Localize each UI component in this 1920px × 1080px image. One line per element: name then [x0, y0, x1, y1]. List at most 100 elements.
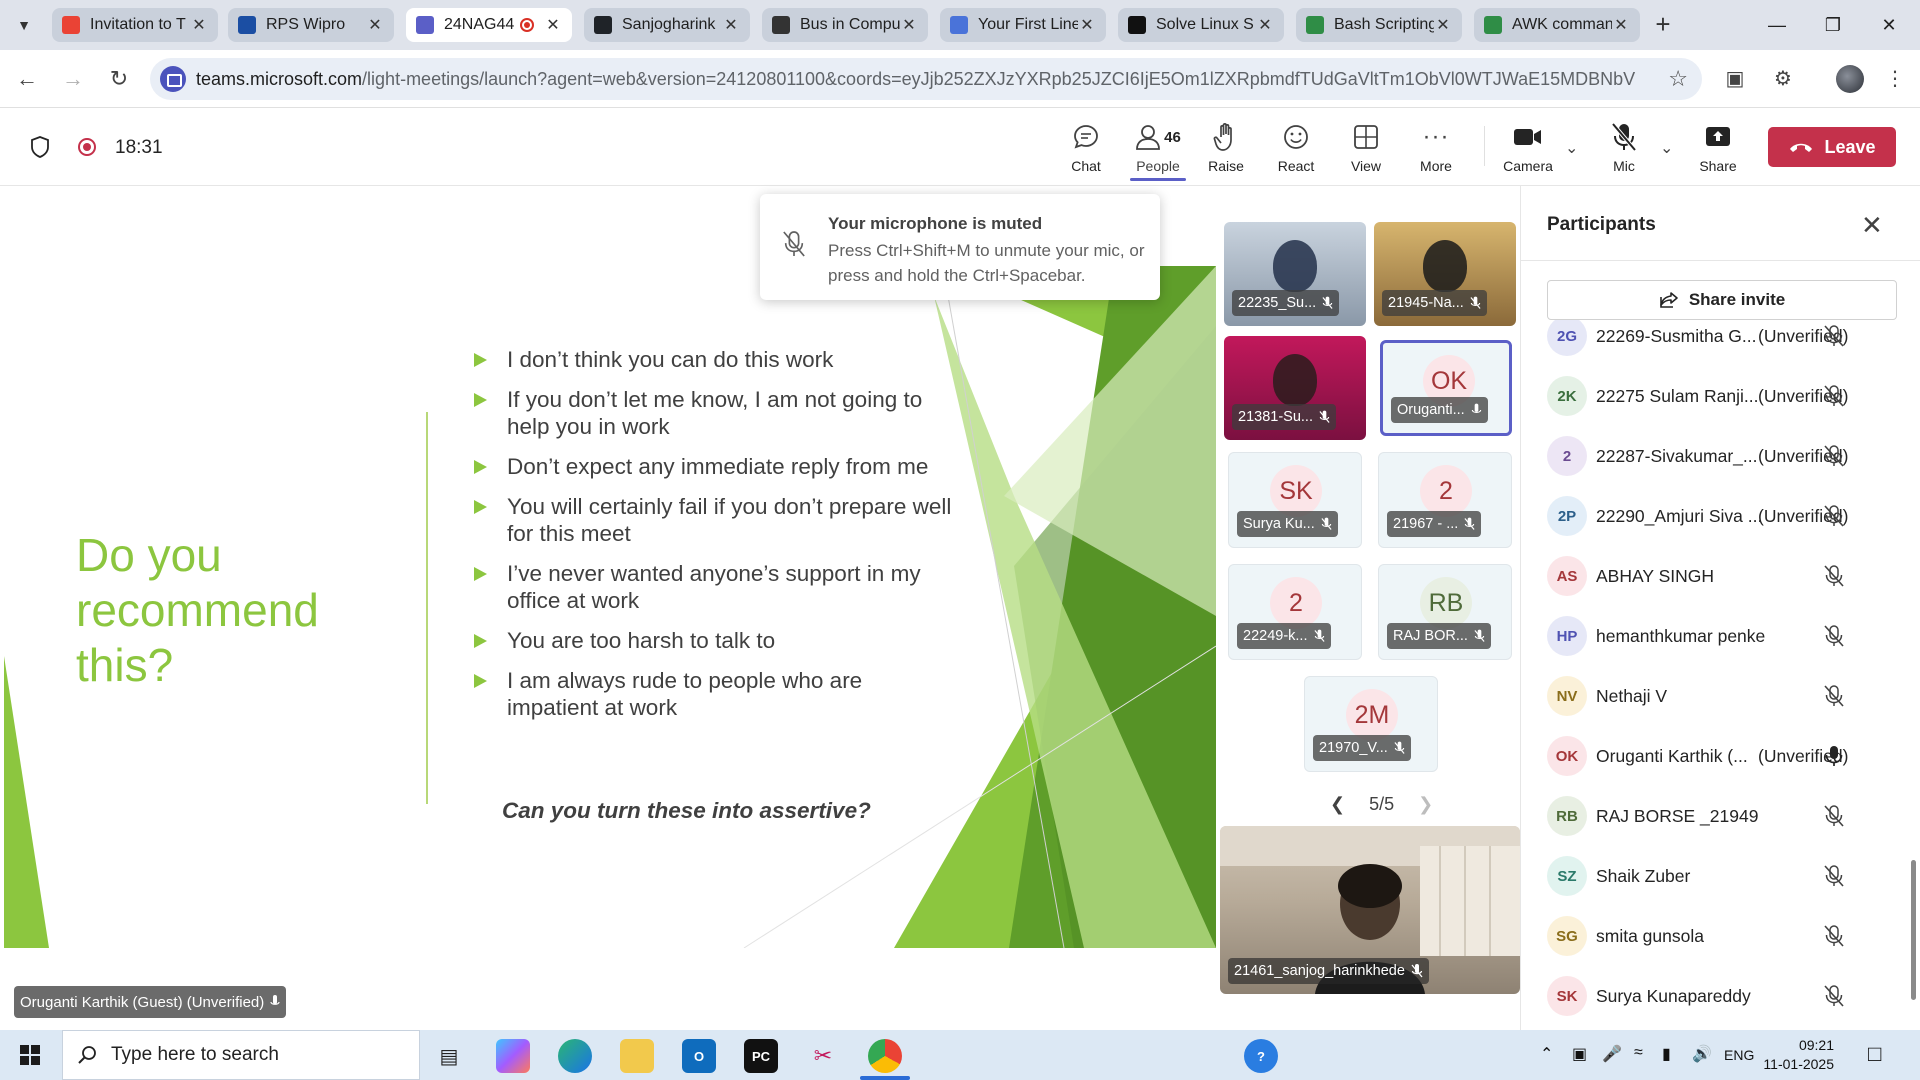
url-text[interactable]: teams.microsoft.com/light-meetings/launc… — [196, 69, 1636, 90]
back-button[interactable]: ← — [12, 64, 42, 94]
react-button[interactable]: React — [1264, 120, 1328, 174]
task-view-icon[interactable]: ▤ — [432, 1039, 466, 1073]
participant-video-tile[interactable]: 2 22249-k... — [1228, 564, 1362, 660]
browser-tab[interactable]: Sanjogharink ✕ — [584, 8, 750, 42]
close-tab-icon[interactable]: ✕ — [366, 15, 384, 35]
spotlight-video-tile[interactable]: 21461_sanjog_harinkhede — [1220, 826, 1520, 994]
chrome-menu-icon[interactable]: ⋮ — [1882, 66, 1908, 92]
wifi-icon[interactable]: ≈ — [1634, 1044, 1643, 1062]
camera-button[interactable]: Camera — [1496, 120, 1560, 174]
bookmark-star-icon[interactable]: ☆ — [1668, 66, 1688, 92]
participant-row[interactable]: RB RAJ BORSE _21949 — [1521, 786, 1920, 846]
chevron-up-icon[interactable]: ⌃ — [1540, 1044, 1553, 1064]
restore-button[interactable]: ❐ — [1810, 10, 1856, 40]
close-icon[interactable]: ✕ — [1861, 210, 1883, 241]
browser-tab[interactable]: Bash Scripting ✕ — [1296, 8, 1462, 42]
volume-icon[interactable]: 🔊 — [1692, 1044, 1712, 1064]
participant-video-tile[interactable]: 21381-Su... — [1224, 336, 1366, 440]
tile-name: 22249-k... — [1243, 628, 1308, 644]
notifications-icon[interactable]: □ — [1868, 1041, 1881, 1067]
taskbar-clock[interactable]: 09:21 11-01-2025 — [1754, 1036, 1834, 1074]
camera-options-chevron-icon[interactable]: ⌄ — [1565, 138, 1578, 158]
mic-off-icon — [1322, 296, 1333, 309]
participant-video-tile[interactable]: 2 21967 - ... — [1378, 452, 1512, 548]
pycharm-icon[interactable]: PC — [744, 1039, 778, 1073]
install-app-icon[interactable]: ▣ — [1722, 66, 1748, 92]
more-button[interactable]: ··· More — [1404, 120, 1468, 174]
help-icon[interactable]: ? — [1244, 1039, 1278, 1073]
participant-row[interactable]: OK Oruganti Karthik (... (Unverified) — [1521, 726, 1920, 786]
battery-icon[interactable]: ▮ — [1662, 1044, 1671, 1064]
participant-row[interactable]: SG smita gunsola — [1521, 906, 1920, 966]
close-tab-icon[interactable]: ✕ — [1078, 15, 1096, 35]
mic-button[interactable]: Mic — [1592, 120, 1656, 174]
browser-tab[interactable]: AWK comman ✕ — [1474, 8, 1640, 42]
forward-button[interactable]: → — [58, 64, 88, 94]
browser-tab[interactable]: Solve Linux S ✕ — [1118, 8, 1284, 42]
participant-row[interactable]: HP hemanthkumar penke — [1521, 606, 1920, 666]
participant-row[interactable]: SZ Shaik Zuber — [1521, 846, 1920, 906]
browser-tab[interactable]: Invitation to T ✕ — [52, 8, 218, 42]
mic-off-icon — [1824, 985, 1844, 1007]
edge-icon[interactable] — [558, 1039, 592, 1073]
raise-hand-button[interactable]: Raise — [1194, 120, 1258, 174]
participant-video-tile[interactable]: 22235_Su... — [1224, 222, 1366, 326]
share-invite-button[interactable]: Share invite — [1547, 280, 1897, 320]
taskbar-search-box[interactable]: Type here to search — [62, 1030, 420, 1080]
close-tab-icon[interactable]: ✕ — [900, 15, 918, 35]
share-button[interactable]: Share — [1686, 120, 1750, 174]
participant-video-tile[interactable]: 2M 21970_V... — [1304, 676, 1438, 772]
participant-row[interactable]: 2 22287-Sivakumar_... (Unverified) — [1521, 426, 1920, 486]
extensions-icon[interactable]: ⚙ — [1770, 66, 1796, 92]
close-tab-icon[interactable]: ✕ — [544, 15, 562, 35]
chevron-left-icon[interactable]: ❮ — [1330, 794, 1345, 815]
file-explorer-icon[interactable] — [620, 1039, 654, 1073]
close-tab-icon[interactable]: ✕ — [1612, 15, 1630, 35]
tab-search-chevron-icon[interactable]: ▼ — [10, 12, 38, 38]
browser-tab[interactable]: 24NAG44 ✕ — [406, 8, 572, 42]
mic-options-chevron-icon[interactable]: ⌄ — [1660, 138, 1673, 158]
mic-tray-icon[interactable]: 🎤 — [1602, 1044, 1622, 1064]
participant-video-tile[interactable]: 21945-Na... — [1374, 222, 1516, 326]
view-button[interactable]: View — [1334, 120, 1398, 174]
windows-start-icon[interactable] — [20, 1045, 40, 1065]
minimize-button[interactable]: — — [1754, 10, 1800, 40]
participant-row[interactable]: 2K 22275 Sulam Ranji... (Unverified) — [1521, 366, 1920, 426]
language-indicator[interactable]: ENG — [1724, 1047, 1754, 1063]
participant-avatar: SG — [1547, 916, 1587, 956]
url-omnibox[interactable]: teams.microsoft.com/light-meetings/launc… — [150, 58, 1702, 100]
browser-tab[interactable]: Bus in Compu ✕ — [762, 8, 928, 42]
profile-avatar[interactable] — [1836, 65, 1864, 93]
participant-video-tile[interactable]: OK Oruganti... — [1380, 340, 1512, 436]
snipping-tool-icon[interactable]: ✂ — [806, 1039, 840, 1073]
slide-bullet: You will certainly fail if you don’t pre… — [474, 493, 954, 547]
participant-row[interactable]: NV Nethaji V — [1521, 666, 1920, 726]
close-window-button[interactable]: ✕ — [1866, 10, 1912, 40]
raise-hand-icon — [1213, 123, 1232, 151]
close-tab-icon[interactable]: ✕ — [722, 15, 740, 35]
shield-icon[interactable] — [30, 136, 50, 158]
participant-row[interactable]: AS ABHAY SINGH — [1521, 546, 1920, 606]
people-button[interactable]: 46 People — [1124, 120, 1192, 174]
close-tab-icon[interactable]: ✕ — [1256, 15, 1274, 35]
close-tab-icon[interactable]: ✕ — [190, 15, 208, 35]
browser-tab[interactable]: RPS Wipro ✕ — [228, 8, 394, 42]
panel-scrollbar[interactable] — [1911, 860, 1916, 1000]
leave-button[interactable]: Leave — [1768, 127, 1896, 167]
chrome-icon[interactable] — [868, 1039, 902, 1073]
reload-button[interactable]: ↻ — [104, 64, 134, 94]
participant-row[interactable]: 2G 22269-Susmitha G... (Unverified) — [1521, 320, 1920, 366]
close-tab-icon[interactable]: ✕ — [1434, 15, 1452, 35]
participant-row[interactable]: 2P 22290_Amjuri Siva ... (Unverified) — [1521, 486, 1920, 546]
participant-row[interactable]: SK Surya Kunapareddy — [1521, 966, 1920, 1020]
chevron-right-icon[interactable]: ❯ — [1418, 794, 1433, 815]
chat-button[interactable]: Chat — [1054, 120, 1118, 174]
participant-video-tile[interactable]: SK Surya Ku... — [1228, 452, 1362, 548]
participant-video-tile[interactable]: RB RAJ BOR... — [1378, 564, 1512, 660]
tab-label: 24NAG44 — [444, 16, 515, 33]
browser-tab[interactable]: Your First Line ✕ — [940, 8, 1106, 42]
meeting-tray-icon[interactable]: ▣ — [1572, 1044, 1587, 1064]
new-tab-button[interactable]: + — [1648, 10, 1678, 40]
copilot-icon[interactable] — [496, 1039, 530, 1073]
outlook-icon[interactable]: O — [682, 1039, 716, 1073]
